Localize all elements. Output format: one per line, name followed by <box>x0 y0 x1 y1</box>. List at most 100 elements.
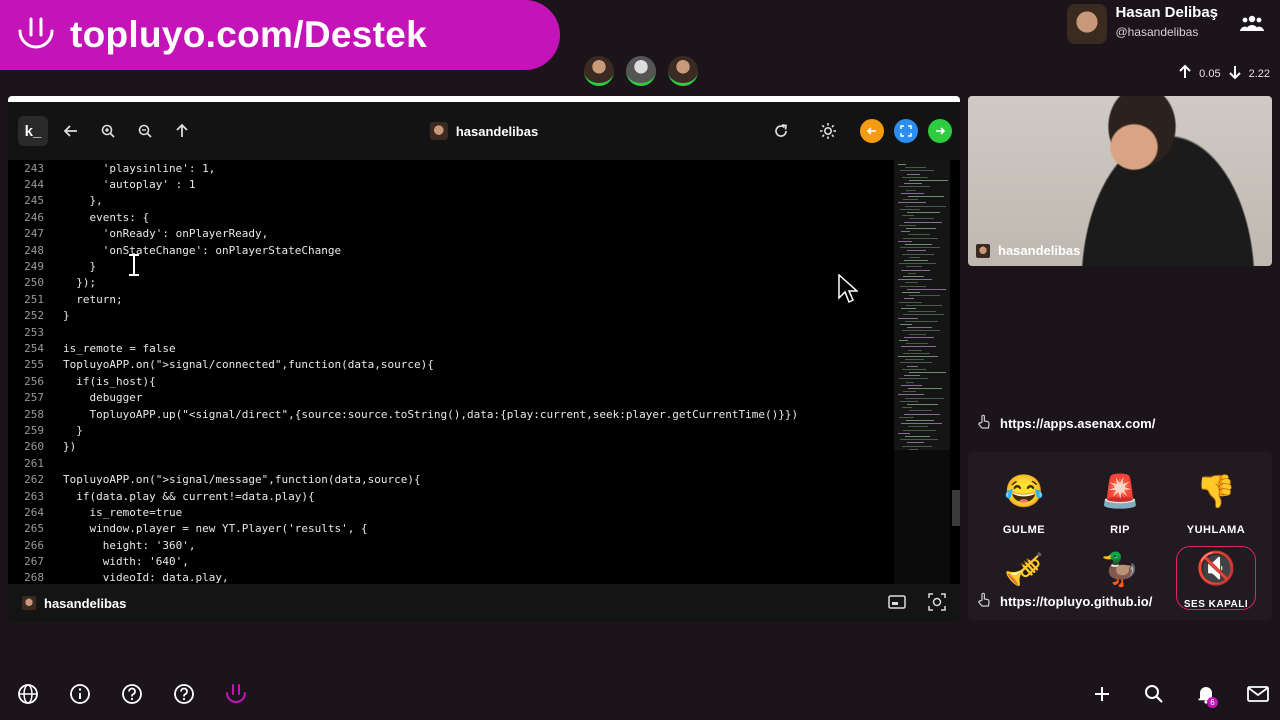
minimap-stroke <box>899 416 914 418</box>
globe-icon[interactable] <box>14 680 42 708</box>
minimap-stroke <box>904 375 920 377</box>
code-line: 258 TopluyoAPP.up("<signal/direct",{sour… <box>8 406 888 422</box>
help-icon[interactable] <box>118 680 146 708</box>
minimap-stroke <box>906 266 922 268</box>
camera-user: hasandelibas <box>998 243 1081 258</box>
line-text: } <box>63 309 70 323</box>
participant-avatar[interactable] <box>626 56 656 86</box>
search-icon[interactable] <box>1140 680 1168 708</box>
minimap-stroke <box>907 173 920 175</box>
code-editor[interactable]: 243 'playsinline': 1, 244 'autoplay' : 12… <box>8 160 960 584</box>
code-line: 261 <box>8 455 888 471</box>
reaction-ses-kapali[interactable]: 🔇 SES KAPALI <box>1176 546 1256 610</box>
line-text: width: '640', <box>63 555 189 569</box>
download-rate: 2.22 <box>1248 67 1270 80</box>
minimap-stroke <box>909 180 948 181</box>
minimap-stroke <box>901 384 922 386</box>
duck-emoji-icon: 🦆 <box>1100 551 1140 587</box>
line-number: 262 <box>24 473 44 487</box>
notification-bell-icon[interactable]: 6 <box>1192 680 1220 708</box>
code-line: 253 <box>8 324 888 340</box>
green-arrow-button[interactable] <box>928 119 952 143</box>
minimap-stroke <box>900 439 938 441</box>
topluyo-home-icon[interactable] <box>222 680 250 708</box>
minimap-stroke <box>904 336 934 338</box>
scrollbar-thumb[interactable] <box>952 490 960 526</box>
minimap-stroke <box>898 432 910 434</box>
refresh-icon[interactable] <box>766 116 796 146</box>
code-line: 259 } <box>8 422 888 438</box>
user-profile[interactable]: Hasan Delibaş @hasandelibas <box>1067 4 1264 44</box>
minimap-stroke <box>900 324 912 325</box>
code-line: 264 is_remote=true <box>8 504 888 520</box>
group-icon[interactable] <box>1240 14 1264 37</box>
minimap-stroke <box>899 340 908 341</box>
fullscreen-button[interactable] <box>894 119 918 143</box>
camera-feed[interactable]: hasandelibas <box>968 96 1272 266</box>
screenshot-icon[interactable] <box>928 592 946 614</box>
minimap-stroke <box>905 397 944 399</box>
minimap-stroke <box>902 215 914 217</box>
hand-pointer-icon <box>976 592 992 611</box>
code-line: 265 window.player = new YT.Player('resul… <box>8 521 888 537</box>
status-user: hasandelibas <box>44 595 127 611</box>
app-link-bottom[interactable]: https://topluyo.github.io/ <box>976 592 1152 611</box>
up-arrow-icon[interactable] <box>167 116 197 146</box>
plus-icon[interactable] <box>1088 680 1116 708</box>
picture-in-picture-icon[interactable] <box>888 594 906 612</box>
reaction-gulme[interactable]: 😂 GULME <box>984 460 1064 536</box>
info-icon[interactable] <box>66 680 94 708</box>
banner-text: topluyo.com/Destek <box>70 14 427 55</box>
minimap-stroke <box>904 183 922 185</box>
minimap-stroke <box>901 192 924 194</box>
zoom-in-icon[interactable] <box>93 116 123 146</box>
upload-rate: 0.05 <box>1199 67 1221 80</box>
minimap-stroke <box>905 436 930 437</box>
code-line: 263 if(data.play && current!=data.play){ <box>8 488 888 504</box>
code-line: 267 width: '640', <box>8 553 888 569</box>
code-line: 243 'playsinline': 1, <box>8 160 888 176</box>
line-text: 'playsinline': 1, <box>63 161 216 175</box>
download-arrow-icon <box>1227 64 1243 83</box>
minimap-stroke <box>906 228 936 229</box>
minimap-stroke <box>905 167 926 169</box>
minimap-stroke <box>907 288 946 290</box>
faq-icon[interactable] <box>170 680 198 708</box>
brightness-icon[interactable] <box>813 116 843 146</box>
avatar <box>1067 4 1108 44</box>
minimap-stroke <box>899 224 916 226</box>
minimap-stroke <box>903 276 924 277</box>
app-toolbar: k_ hasandelibas <box>8 102 960 160</box>
support-banner[interactable]: topluyo.com/Destek <box>0 0 560 70</box>
reaction-rip[interactable]: 🚨 RIP <box>1080 460 1160 536</box>
minimap-stroke <box>904 413 940 415</box>
mail-icon[interactable] <box>1244 680 1272 708</box>
code-line: 251 return; <box>8 291 888 307</box>
minimap-stroke <box>907 250 926 252</box>
minimap-stroke <box>900 247 940 249</box>
back-arrow-icon[interactable] <box>56 116 86 146</box>
orange-arrow-button[interactable] <box>860 119 884 143</box>
zoom-out-icon[interactable] <box>130 116 160 146</box>
app-logo[interactable]: k_ <box>18 116 48 146</box>
minimap[interactable] <box>894 160 950 584</box>
shared-screen-window: k_ hasandelibas 243 'playsinline': 1, 244… <box>8 96 960 622</box>
minimap-stroke <box>903 199 918 201</box>
reaction-yuhlama[interactable]: 👎 YUHLAMA <box>1176 460 1256 536</box>
line-number: 254 <box>24 341 44 355</box>
camera-person-image <box>1058 96 1258 266</box>
minimap-stroke <box>908 311 936 313</box>
code-line: 255 TopluyoAPP.on(">signal/connected",fun… <box>8 357 888 373</box>
participant-avatar[interactable] <box>584 56 614 86</box>
line-text: 'autoplay' : 1 <box>63 178 196 192</box>
line-number: 243 <box>24 161 44 175</box>
app-link-top[interactable]: https://apps.asenax.com/ <box>976 414 1155 433</box>
line-text: height: '360', <box>63 538 196 552</box>
topluyo-logo-icon <box>14 13 58 57</box>
thumbs-down-emoji-icon: 👎 <box>1196 473 1236 509</box>
participant-avatar[interactable] <box>668 56 698 86</box>
camera-label: hasandelibas <box>976 243 1080 258</box>
code-line: 256 if(is_host){ <box>8 373 888 389</box>
minimap-stroke <box>900 285 926 287</box>
participants-list <box>584 56 698 86</box>
